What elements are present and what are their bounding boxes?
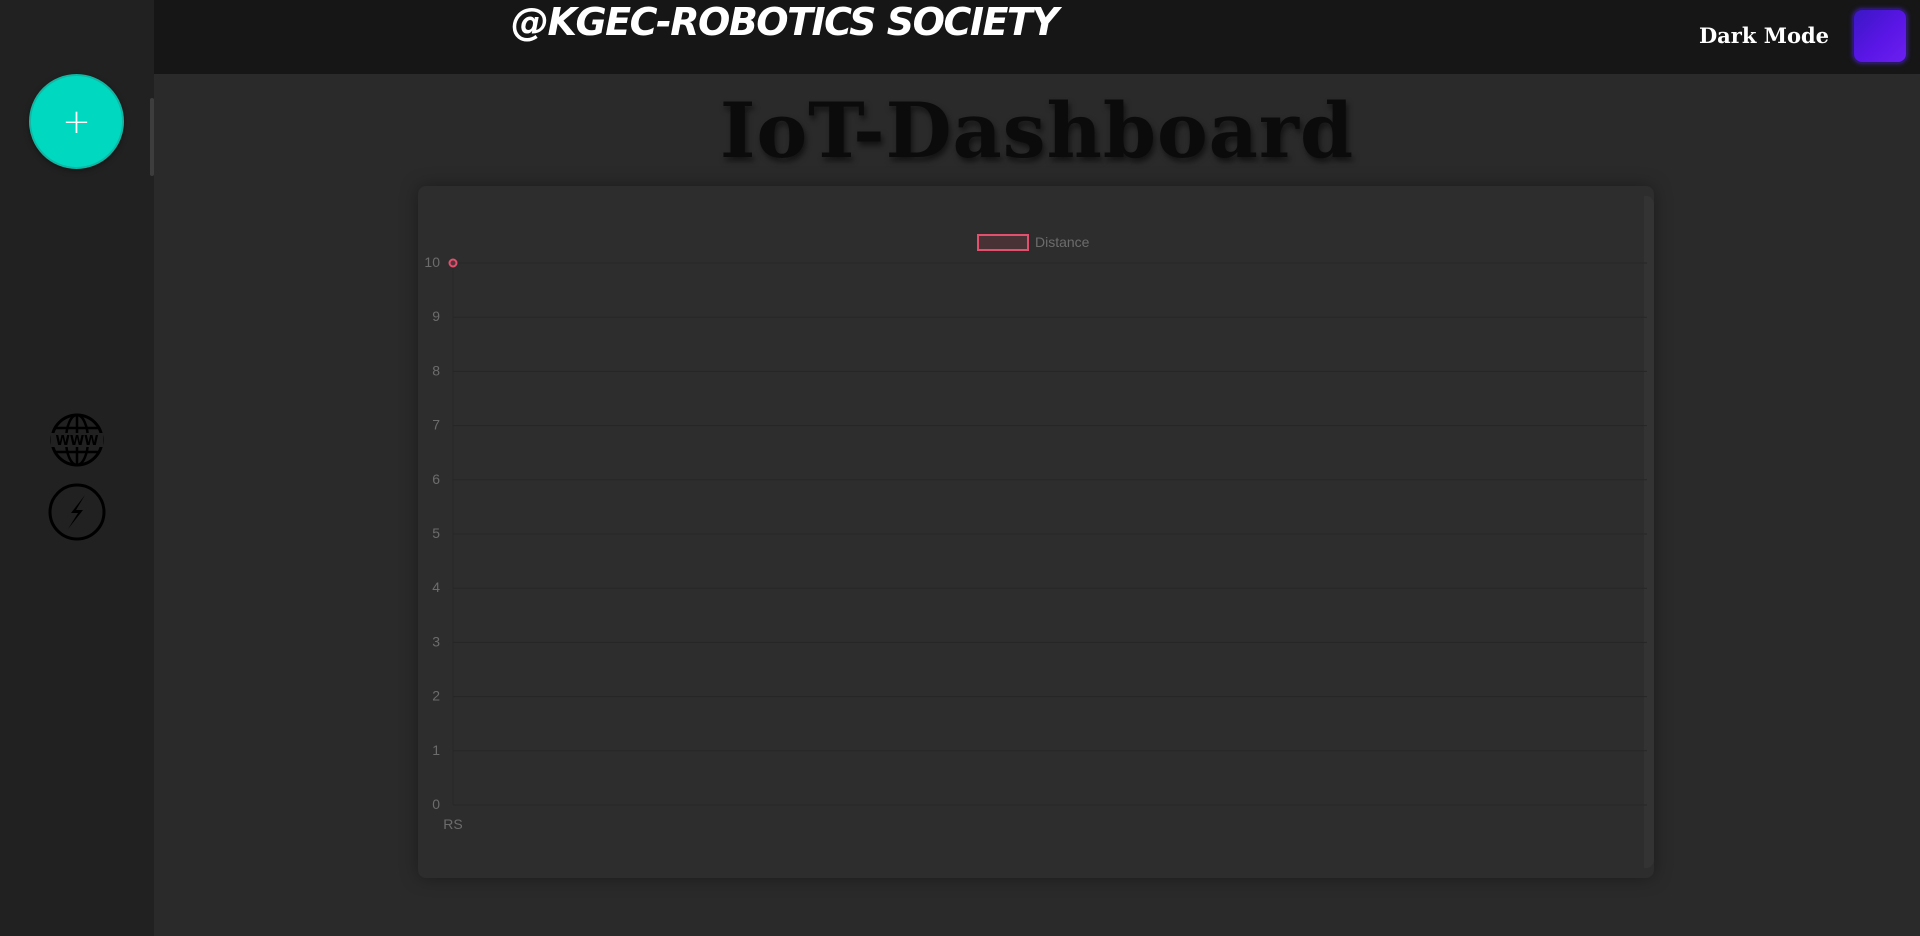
x-tick-label: RS [443, 816, 462, 832]
page-title: IoT-Dashboard [719, 86, 1355, 175]
legend-swatch [977, 234, 1029, 251]
distance-line-chart: 0 1 2 3 4 5 6 7 8 9 10 RS Distance [424, 234, 1647, 832]
chart-card: 0 1 2 3 4 5 6 7 8 9 10 RS Distance [418, 186, 1654, 878]
sidebar: + WWW [0, 0, 154, 936]
y-tick-label: 0 [432, 796, 440, 812]
y-tick-label: 6 [432, 471, 440, 487]
dark-mode-label: Dark Mode [1698, 23, 1829, 48]
y-tick-label: 2 [432, 688, 440, 704]
y-tick-label: 10 [424, 254, 440, 270]
svg-text:WWW: WWW [55, 434, 98, 449]
lightning-circle-icon[interactable] [47, 482, 107, 542]
data-point [448, 258, 458, 268]
plus-icon: + [62, 101, 91, 142]
y-tick-label: 3 [432, 633, 440, 649]
add-widget-button[interactable]: + [29, 74, 124, 169]
y-tick-label: 8 [432, 362, 440, 378]
y-tick-label: 5 [432, 525, 440, 541]
legend-label: Distance [1035, 234, 1090, 250]
y-tick-label: 4 [432, 579, 440, 595]
www-globe-icon[interactable]: WWW [49, 412, 105, 468]
y-tick-label: 1 [432, 742, 440, 758]
top-bar: @KGEC-ROBOTICS SOCIETY Dark Mode [154, 0, 1920, 74]
y-tick-label: 9 [432, 308, 440, 324]
brand-title: @KGEC-ROBOTICS SOCIETY [511, 0, 1059, 44]
dark-mode-toggle[interactable] [1852, 8, 1908, 64]
y-tick-label: 7 [432, 417, 440, 433]
